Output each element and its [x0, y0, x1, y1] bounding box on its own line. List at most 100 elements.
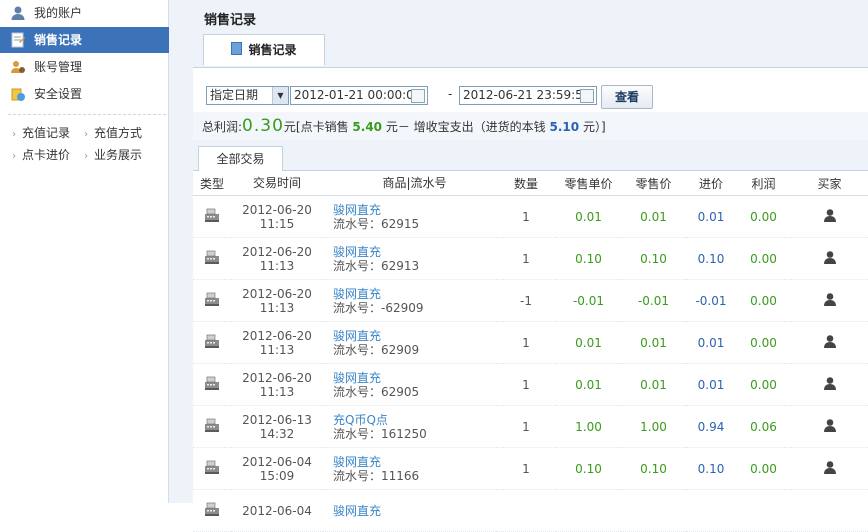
calendar-icon[interactable] [580, 89, 594, 103]
page-title: 销售记录 [204, 13, 257, 28]
cash-register-icon [205, 418, 219, 432]
sidebar-item-security[interactable]: 安全设置 [0, 81, 168, 107]
goods-link[interactable]: 充Q币Q点 [333, 413, 496, 427]
retail-price-cell [621, 489, 686, 532]
col-header: 类型 [193, 171, 231, 196]
trade-time: 11:13 [259, 258, 295, 273]
trade-date: 2012-06-13 [242, 412, 312, 427]
sidebar-link-card-price[interactable]: › 点卡进价 [12, 146, 70, 164]
sidebar-link-recharge-method[interactable]: › 充值方式 [84, 124, 142, 142]
retail-price-cell: 0.10 [621, 447, 686, 490]
start-date-input[interactable]: 2012-01-21 00:00:00 [290, 86, 428, 105]
buyer-icon[interactable] [823, 334, 837, 348]
buyer-cell [791, 363, 868, 406]
col-header: 零售价 [621, 171, 686, 196]
buyer-icon[interactable] [823, 250, 837, 264]
buyer-icon[interactable] [823, 292, 837, 306]
buyer-icon[interactable] [823, 460, 837, 474]
cash-register-icon [205, 292, 219, 306]
unit-price-cell: -0.01 [556, 279, 621, 322]
profit-cell: 0.06 [736, 405, 791, 448]
sidebar-item-sales-record[interactable]: 销售记录 [0, 27, 182, 53]
calendar-icon[interactable] [411, 89, 425, 103]
buyer-cell [791, 447, 868, 490]
goods-cell: 骏网直充 流水号：62915 [323, 195, 496, 238]
table-header-row: 类型 交易时间 商品|流水号 数量 零售单价 零售价 进价 利润 买家 [193, 171, 868, 196]
profit-cell: 0.00 [736, 363, 791, 406]
time-cell: 2012-06-20 11:13 [231, 363, 323, 406]
cash-register-icon [205, 334, 219, 348]
view-button[interactable]: 查看 [601, 85, 653, 109]
trade-date: 2012-06-04 [242, 454, 312, 469]
goods-link[interactable]: 骏网直充 [333, 329, 496, 343]
goods-link[interactable]: 骏网直充 [333, 245, 496, 259]
tab-all-transactions[interactable]: 全部交易 [198, 146, 283, 171]
tab-sales-record[interactable]: 销售记录 [203, 34, 325, 66]
sidebar-item-label: 安全设置 [34, 87, 83, 101]
unit-price-cell [556, 489, 621, 532]
trade-time: 15:09 [259, 468, 295, 483]
buyer-icon[interactable] [823, 208, 837, 222]
goods-cell: 骏网直充 [323, 489, 496, 532]
sidebar-item-account-manage[interactable]: 账号管理 [0, 54, 168, 80]
goods-link[interactable]: 骏网直充 [333, 504, 496, 518]
sidebar-item-my-account[interactable]: 我的账户 [0, 0, 168, 26]
profit-cell: 0.00 [736, 237, 791, 280]
cost-price-cell: -0.01 [686, 279, 736, 322]
goods-link[interactable]: 骏网直充 [333, 203, 496, 217]
sidebar-divider [8, 114, 166, 115]
time-cell: 2012-06-20 11:13 [231, 279, 323, 322]
buyer-icon[interactable] [823, 418, 837, 432]
serial-number: 流水号：62909 [333, 342, 420, 357]
trade-date: 2012-06-20 [242, 202, 312, 217]
trade-time: 11:15 [259, 216, 295, 231]
retail-price-cell: 0.01 [621, 195, 686, 238]
goods-cell: 骏网直充 流水号：62905 [323, 363, 496, 406]
sidebar-link-recharge-record[interactable]: › 充值记录 [12, 124, 70, 142]
cost-price-cell [686, 489, 736, 532]
cash-register-icon [205, 460, 219, 474]
end-date-input[interactable]: 2012-06-21 23:59:59 [459, 86, 597, 105]
card-sales-value: 5.40 [352, 120, 383, 134]
retail-price-cell: 0.01 [621, 363, 686, 406]
subtab-bar: 全部交易 [193, 140, 868, 171]
col-header: 交易时间 [231, 171, 323, 196]
goods-link[interactable]: 骏网直充 [333, 287, 496, 301]
qty-cell: 1 [496, 237, 556, 280]
cost-value: 5.10 [549, 120, 580, 134]
trade-time: 11:13 [259, 342, 295, 357]
time-cell: 2012-06-13 14:32 [231, 405, 323, 448]
type-cell [193, 321, 231, 364]
serial-number: 流水号：62915 [333, 216, 420, 231]
sidebar-item-label: 我的账户 [34, 6, 83, 20]
qty-cell: 1 [496, 405, 556, 448]
qty-cell: -1 [496, 279, 556, 322]
cost-price-cell: 0.01 [686, 363, 736, 406]
sales-record-icon [11, 32, 25, 48]
sidebar-link-business-display[interactable]: › 业务展示 [84, 146, 142, 164]
unit-price-cell: 0.10 [556, 237, 621, 280]
table-row: 2012-06-04 15:09 骏网直充 流水号：11166 1 0.10 0.10 0.1… [193, 447, 868, 490]
goods-cell: 骏网直充 流水号：62909 [323, 321, 496, 364]
trade-time: 11:13 [259, 300, 295, 315]
retail-price-cell: 0.10 [621, 237, 686, 280]
col-header: 商品|流水号 [323, 171, 496, 196]
buyer-icon[interactable] [823, 376, 837, 390]
table-row: 2012-06-20 11:13 骏网直充 流水号：62909 1 0.01 0.01 0.0… [193, 321, 868, 364]
time-cell: 2012-06-04 [231, 489, 323, 532]
qty-cell [496, 489, 556, 532]
type-cell [193, 195, 231, 238]
trade-date: 2012-06-20 [242, 286, 312, 301]
profit-cell: 0.00 [736, 447, 791, 490]
goods-link[interactable]: 骏网直充 [333, 371, 496, 385]
serial-number: 流水号：161250 [333, 426, 427, 441]
retail-price-cell: -0.01 [621, 279, 686, 322]
content-area: 指定日期 ▼ 2012-01-21 00:00:00 - 2012-06-21 … [193, 68, 868, 532]
date-mode-select[interactable]: 指定日期 ▼ [206, 86, 289, 105]
trade-date: 2012-06-20 [242, 370, 312, 385]
cost-price-cell: 0.10 [686, 447, 736, 490]
type-cell [193, 489, 231, 532]
buyer-cell [791, 405, 868, 448]
goods-link[interactable]: 骏网直充 [333, 455, 496, 469]
profit-cell [736, 489, 791, 532]
